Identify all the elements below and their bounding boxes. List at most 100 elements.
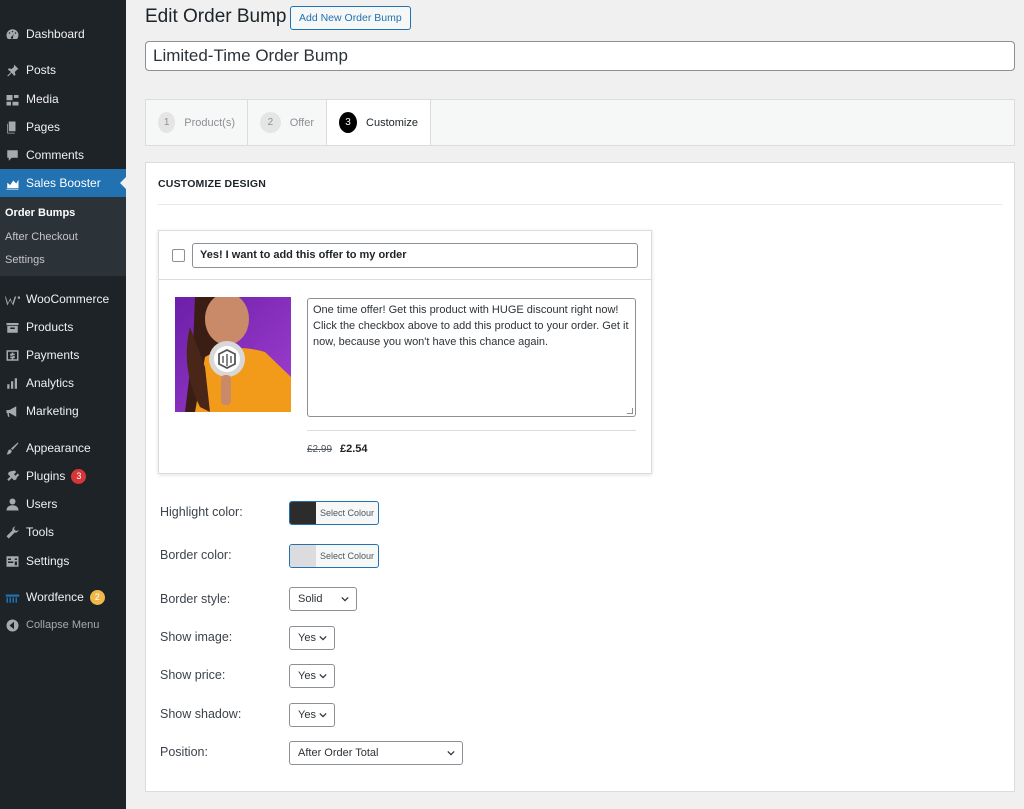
menu-pages[interactable]: Pages [0,113,126,141]
customize-panel: CUSTOMIZE DESIGN Yes! I want to add this… [145,162,1015,792]
chevron-down-icon [341,596,349,602]
menu-settings[interactable]: Settings [0,547,126,575]
menu-payments[interactable]: Payments [0,341,126,369]
step-number: 3 [339,112,358,133]
menu-label: WooCommerce [26,292,110,306]
bump-description-textarea[interactable]: One time offer! Get this product with HU… [307,298,636,417]
bump-header: Yes! I want to add this offer to my orde… [159,231,651,280]
plugin-icon [3,467,21,485]
show-image-label: Show image: [160,630,233,644]
position-select[interactable]: After Order Total [289,741,463,765]
analytics-icon [3,374,21,392]
chevron-down-icon [319,712,327,718]
pin-icon [3,61,21,79]
wordfence-icon [3,588,21,606]
order-bump-preview: Yes! I want to add this offer to my orde… [158,230,652,474]
divider [307,430,636,431]
menu-sales-booster[interactable]: Sales Booster [0,169,126,197]
bump-checkbox[interactable] [172,249,185,262]
woo-icon [3,290,21,308]
sales-booster-submenu: Order Bumps After Checkout Settings [0,197,126,276]
payments-icon [3,346,21,364]
show-price-select[interactable]: Yes [289,664,335,688]
show-shadow-select[interactable]: Yes [289,703,335,727]
media-icon [3,90,21,108]
select-value: Yes [298,632,316,644]
admin-sidebar: Dashboard Posts Media Pages Comments Sal… [0,0,126,809]
collapse-icon [3,616,21,634]
panel-title: CUSTOMIZE DESIGN [158,178,267,190]
submenu-settings[interactable]: Settings [5,254,45,266]
border-color-label: Border color: [160,548,232,562]
highlight-color-label: Highlight color: [160,505,243,519]
menu-comments[interactable]: Comments [0,141,126,169]
menu-label: Users [26,497,58,511]
select-value: After Order Total [298,747,379,759]
color-swatch [290,545,316,567]
highlight-color-picker[interactable]: Select Colour [289,501,379,525]
post-title-input[interactable]: Limited-Time Order Bump [145,41,1015,71]
menu-tools[interactable]: Tools [0,518,126,546]
menu-label: Pages [26,120,61,134]
menu-label: Collapse Menu [26,619,100,631]
menu-posts[interactable]: Posts [0,56,126,84]
step-number: 1 [158,112,176,133]
wordfence-alert-badge: 2 [89,589,105,605]
chevron-down-icon [319,635,327,641]
menu-wordfence[interactable]: Wordfence 2 [0,583,126,611]
divider [158,204,1002,205]
menu-label: Wordfence [26,590,84,604]
bump-headline-input[interactable]: Yes! I want to add this offer to my orde… [192,243,638,268]
resize-handle[interactable] [627,408,633,414]
submenu-after-checkout[interactable]: After Checkout [5,231,78,243]
menu-marketing[interactable]: Marketing [0,397,126,425]
step-label: Customize [366,116,418,129]
select-value: Solid [298,593,323,605]
chart-icon [3,174,21,192]
border-style-select[interactable]: Solid [289,587,357,611]
menu-label: Analytics [26,376,75,390]
collapse-menu-button[interactable]: Collapse Menu [0,611,126,639]
border-style-label: Border style: [160,592,231,606]
megaphone-icon [3,402,21,420]
submenu-order-bumps[interactable]: Order Bumps [5,207,75,219]
sale-price: £2.54 [340,443,368,455]
step-offer[interactable]: 2 Offer [248,100,327,145]
menu-plugins[interactable]: Plugins 3 [0,462,126,490]
menu-analytics[interactable]: Analytics [0,369,126,397]
menu-label: Plugins [26,469,66,483]
pages-icon [3,118,21,136]
step-products[interactable]: 1 Product(s) [146,100,248,145]
settings-icon [3,552,21,570]
menu-media[interactable]: Media [0,85,126,113]
step-label: Product(s) [184,116,235,129]
show-image-select[interactable]: Yes [289,626,335,650]
menu-woocommerce[interactable]: WooCommerce [0,285,126,313]
bump-description-text: One time offer! Get this product with HU… [313,304,629,348]
select-colour-label: Select Colour [320,551,375,561]
step-customize[interactable]: 3 Customize [327,100,431,145]
page-title: Edit Order Bump [145,6,287,27]
menu-users[interactable]: Users [0,490,126,518]
menu-label: Posts [26,63,57,77]
menu-label: Payments [26,348,80,362]
regular-price: £2.99 [307,444,333,455]
products-icon [3,318,21,336]
chevron-down-icon [447,750,455,756]
menu-products[interactable]: Products [0,313,126,341]
menu-label: Settings [26,554,70,568]
border-color-picker[interactable]: Select Colour [289,544,379,568]
menu-label: Media [26,92,59,106]
chevron-down-icon [319,673,327,679]
dashboard-icon [3,25,21,43]
menu-dashboard[interactable]: Dashboard [0,20,126,48]
plugins-update-badge: 3 [71,468,87,484]
menu-label: Sales Booster [26,176,101,190]
add-new-order-bump-button[interactable]: Add New Order Bump [290,6,411,30]
wrench-icon [3,523,21,541]
menu-label: Products [26,320,74,334]
step-label: Offer [289,116,314,129]
menu-label: Marketing [26,404,79,418]
menu-appearance[interactable]: Appearance [0,434,126,462]
position-label: Position: [160,745,208,759]
